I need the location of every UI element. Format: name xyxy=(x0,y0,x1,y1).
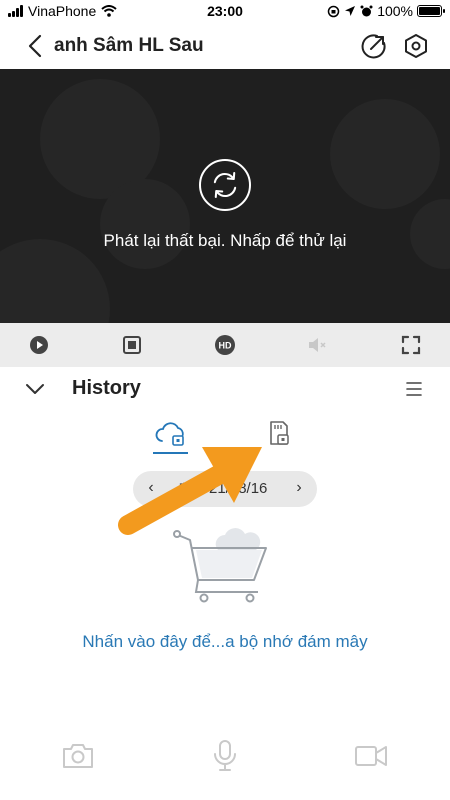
calendar-icon[interactable] xyxy=(179,481,195,497)
next-day-button[interactable]: › xyxy=(291,479,307,499)
selected-date[interactable]: 21/08/16 xyxy=(209,480,267,497)
location-icon xyxy=(345,6,356,16)
share-external-icon[interactable] xyxy=(361,33,387,59)
player-controls: HD xyxy=(0,323,450,367)
cloud-storage-link[interactable]: Nhấn vào đây để...a bộ nhớ đám mây xyxy=(0,632,450,652)
back-chevron-icon[interactable] xyxy=(22,32,50,60)
storage-source-tabs xyxy=(0,415,450,459)
hd-label: HD xyxy=(219,341,232,351)
microphone-icon[interactable] xyxy=(207,738,243,774)
status-right: 100% xyxy=(327,3,445,19)
page-title: anh Sâm HL Sau xyxy=(54,35,204,56)
chevron-down-icon[interactable] xyxy=(23,377,47,401)
background-shape xyxy=(100,179,190,269)
menu-icon[interactable] xyxy=(404,379,424,399)
active-tab-indicator xyxy=(153,452,188,454)
history-title: History xyxy=(72,377,141,399)
battery-icon xyxy=(417,5,445,17)
navigation-bar: anh Sâm HL Sau xyxy=(0,24,450,69)
mute-icon[interactable] xyxy=(306,333,330,357)
video-player[interactable]: Phát lại thất bại. Nhấp để thử lại xyxy=(0,69,450,323)
sd-card-icon[interactable] xyxy=(266,419,292,447)
camera-icon[interactable] xyxy=(60,738,96,774)
date-picker: ‹ 21/08/16 › xyxy=(133,471,317,507)
history-header: History xyxy=(0,367,450,411)
settings-hexagon-icon[interactable] xyxy=(403,33,429,59)
playback-error-message[interactable]: Phát lại thất bại. Nhấp để thử lại xyxy=(0,231,450,251)
battery-level xyxy=(419,7,440,15)
stop-icon[interactable] xyxy=(120,333,144,357)
hd-icon[interactable]: HD xyxy=(213,333,237,357)
fullscreen-icon[interactable] xyxy=(399,333,423,357)
previous-day-button[interactable]: ‹ xyxy=(143,479,159,499)
battery-percent: 100% xyxy=(377,3,413,19)
play-icon[interactable] xyxy=(27,333,51,357)
background-shape xyxy=(330,99,440,209)
background-shape xyxy=(0,239,110,323)
cloud-lock-icon[interactable] xyxy=(154,417,188,453)
bottom-action-bar xyxy=(0,728,450,788)
orientation-lock-icon xyxy=(327,5,340,17)
status-bar: VinaPhone 23:00 100% xyxy=(0,0,450,24)
refresh-icon[interactable] xyxy=(199,159,251,211)
alarm-icon xyxy=(360,5,373,16)
empty-cart-icon xyxy=(173,528,267,603)
video-record-icon[interactable] xyxy=(353,738,389,774)
